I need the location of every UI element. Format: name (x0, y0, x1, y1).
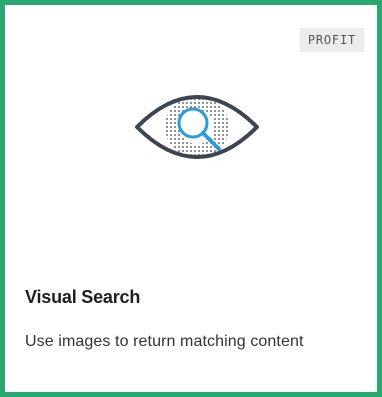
card-description: Use images to return matching content (25, 333, 304, 350)
profit-badge: PROFIT (299, 28, 364, 52)
card-title: Visual Search (25, 287, 141, 307)
visual-search-card[interactable]: PROFIT Visual Search Use images to retur… (0, 0, 382, 397)
eye-magnifier-icon (135, 95, 259, 159)
